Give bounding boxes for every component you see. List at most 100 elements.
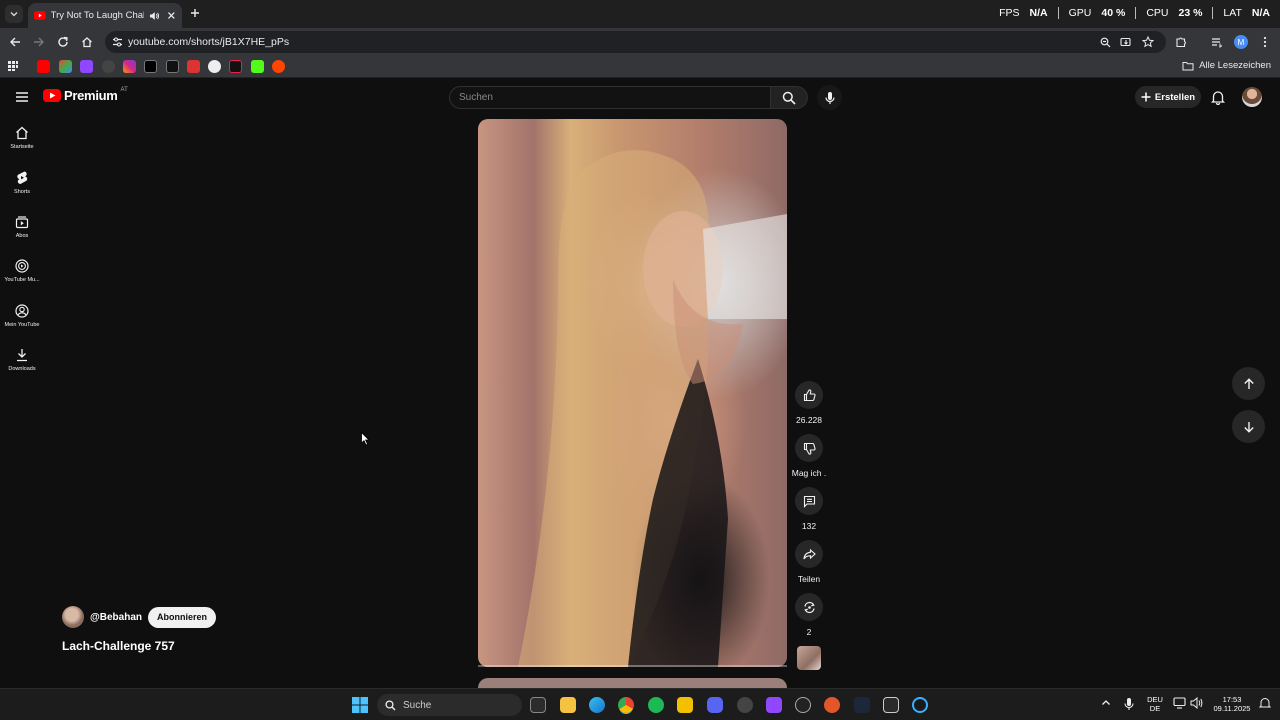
close-tab-icon[interactable] [167, 11, 176, 20]
bookmark-circle-icon[interactable] [208, 60, 221, 73]
bookmark-x-icon[interactable] [144, 60, 157, 73]
channel-name[interactable]: @Bebahan [90, 612, 142, 623]
subscribe-button[interactable]: Abonnieren [147, 606, 216, 628]
comments-button[interactable]: 132 [795, 487, 823, 531]
dislike-circle[interactable] [795, 434, 823, 462]
youtube-premium-logo[interactable]: Premium AT [43, 87, 128, 103]
sidebar-item-label: Startseite [10, 144, 34, 150]
obs-studio-icon[interactable] [737, 697, 753, 713]
forward-button[interactable] [31, 34, 47, 50]
app-orange-icon[interactable] [824, 697, 840, 713]
extensions-button[interactable] [1173, 34, 1189, 50]
bookmark-star-icon[interactable] [1141, 35, 1155, 49]
guide-menu-button[interactable] [15, 91, 29, 103]
profile-button[interactable]: M [1233, 34, 1249, 50]
bookmark-colorful-icon[interactable] [59, 60, 72, 73]
comment-count: 132 [801, 521, 817, 531]
edge-browser-icon[interactable] [589, 697, 605, 713]
notifications-button[interactable] [1210, 89, 1226, 105]
remix-circle[interactable] [795, 593, 823, 621]
bookmark-red-icon[interactable] [187, 60, 200, 73]
file-explorer-icon[interactable] [560, 697, 576, 713]
tray-network-icon[interactable] [1173, 697, 1189, 713]
bookmark-tiktok-icon[interactable] [229, 60, 242, 73]
search-input[interactable]: Suchen [449, 86, 771, 109]
back-button[interactable] [7, 34, 23, 50]
tray-chevron-up-icon[interactable] [1101, 698, 1117, 714]
speaker-icon[interactable] [149, 11, 160, 21]
sidebar-item-subscriptions[interactable]: Abos [0, 215, 44, 239]
install-app-icon[interactable] [1119, 35, 1133, 49]
remix-button[interactable]: 2 [795, 593, 823, 637]
apps-grid-icon[interactable] [7, 60, 20, 73]
sidebar-item-downloads[interactable]: Downloads [0, 348, 44, 372]
youtube-music-icon [15, 259, 29, 273]
account-avatar[interactable] [1242, 87, 1262, 107]
previous-short-button[interactable] [1232, 367, 1265, 400]
twitch-app-icon[interactable] [766, 697, 782, 713]
bookmark-reddit-icon[interactable] [272, 60, 285, 73]
keyboard-layout[interactable]: DEU DE [1145, 695, 1165, 713]
taskbar-clock[interactable]: 17:53 09.11.2025 [1208, 695, 1256, 713]
spotify-icon[interactable] [648, 697, 664, 713]
app-shield-icon[interactable] [795, 697, 811, 713]
bookmark-dark-icon[interactable] [102, 60, 115, 73]
address-bar[interactable]: youtube.com/shorts/jB1X7HE_pPs [105, 31, 1166, 53]
shorts-icon [17, 171, 28, 185]
steam-icon[interactable] [854, 697, 870, 713]
sidebar-item-home[interactable]: Startseite [0, 126, 44, 150]
rockstar-launcher-icon[interactable] [677, 697, 693, 713]
zoom-icon[interactable] [1098, 35, 1112, 49]
task-view-icon[interactable] [530, 697, 546, 713]
dislike-button[interactable]: Mag ich . [792, 434, 826, 478]
home-button[interactable] [79, 34, 95, 50]
all-bookmarks-button[interactable]: Alle Lesezeichen [1182, 60, 1271, 71]
sidebar-item-my-youtube[interactable]: Mein YouTube [0, 304, 44, 328]
tray-microphone-icon[interactable] [1124, 697, 1140, 713]
thumbs-down-icon [803, 442, 816, 455]
app-ring-icon[interactable] [912, 697, 928, 713]
site-info-icon[interactable] [110, 35, 124, 49]
share-circle[interactable] [795, 540, 823, 568]
channel-avatar[interactable] [62, 606, 84, 628]
chrome-browser-icon[interactable] [618, 697, 634, 713]
taskbar-search[interactable]: Suche [377, 694, 522, 716]
bookmark-kick-icon[interactable] [251, 60, 264, 73]
epic-games-icon[interactable] [883, 697, 899, 713]
bookmark-youtube-icon[interactable] [37, 60, 50, 73]
sidebar-item-youtube-music[interactable]: YouTube Mu... [0, 259, 44, 283]
voice-search-button[interactable] [817, 85, 842, 110]
short-title[interactable]: Lach-Challenge 757 [62, 639, 175, 653]
comments-circle[interactable] [795, 487, 823, 515]
reading-list-button[interactable] [1209, 34, 1225, 50]
tab-search-button[interactable] [5, 5, 23, 23]
bookmark-instagram-icon[interactable] [123, 60, 136, 73]
lat-label: LAT [1223, 7, 1242, 19]
like-circle[interactable] [795, 381, 823, 409]
sidebar-item-shorts[interactable]: Shorts [0, 170, 44, 195]
tray-volume-icon[interactable] [1190, 697, 1206, 713]
channel-row: @Bebahan Abonnieren [62, 606, 216, 628]
sound-thumbnail[interactable] [797, 646, 821, 670]
windows-start-icon[interactable] [352, 697, 368, 713]
share-button[interactable]: Teilen [795, 540, 823, 584]
discord-icon[interactable] [707, 697, 723, 713]
reload-button[interactable] [55, 34, 71, 50]
next-short-button[interactable] [1232, 410, 1265, 443]
layout-code: DE [1149, 704, 1161, 713]
create-button[interactable]: Erstellen [1135, 86, 1201, 108]
perf-divider [1212, 7, 1214, 19]
clock-date: 09.11.2025 [1213, 704, 1251, 713]
like-button[interactable]: 26.228 [795, 381, 823, 425]
video-progress-bar[interactable] [478, 665, 787, 667]
reload-icon [58, 36, 68, 47]
short-video-player[interactable] [478, 119, 787, 667]
bookmark-slash-icon[interactable] [166, 60, 179, 73]
browser-menu-button[interactable] [1257, 34, 1273, 50]
search-button[interactable] [771, 86, 808, 109]
browser-tab-active[interactable]: Try Not To Laugh Challenge [28, 3, 182, 28]
notification-center-icon[interactable] [1259, 697, 1275, 713]
new-tab-button[interactable] [188, 6, 202, 20]
bookmark-twitch-icon[interactable] [80, 60, 93, 73]
home-icon [16, 126, 28, 140]
